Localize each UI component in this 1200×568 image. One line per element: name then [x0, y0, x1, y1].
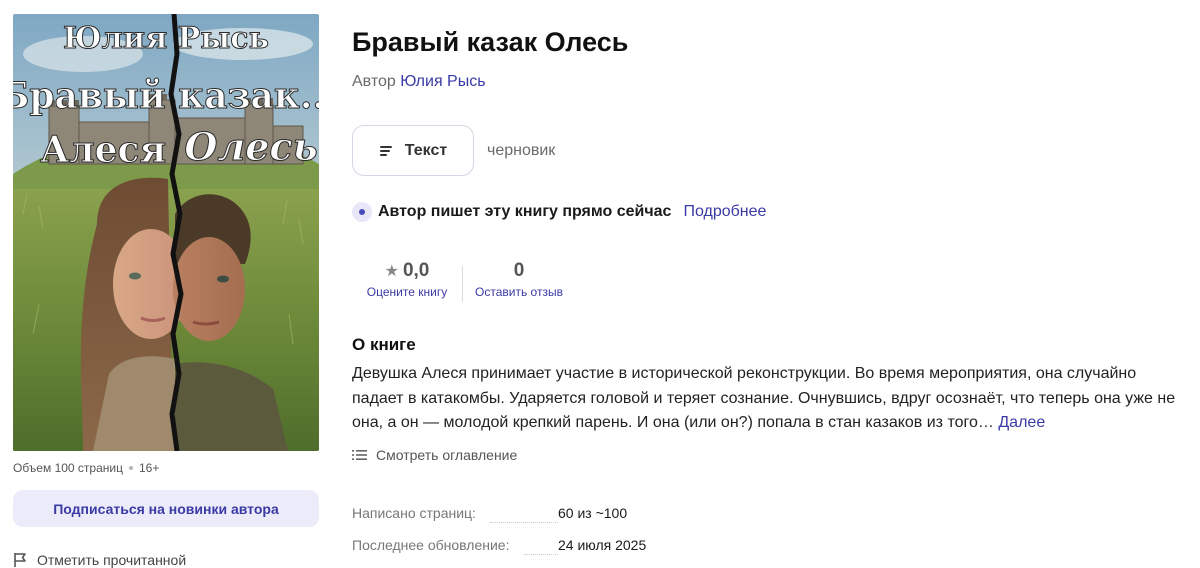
pages-written-value: 60 из ~100 [558, 505, 628, 521]
format-text-button[interactable]: Текст [352, 125, 474, 176]
pages-written-label: Написано страниц: [352, 505, 476, 521]
cover-title-line2-left: Алеся [40, 129, 166, 171]
dotted-leader [524, 554, 558, 555]
author-link[interactable]: Юлия Рысь [400, 73, 485, 90]
rating-value: 0,0 [402, 260, 430, 281]
pulse-dot-icon [352, 202, 372, 222]
last-update-value: 24 июля 2025 [558, 537, 647, 553]
table-of-contents-button[interactable]: Смотреть оглавление [352, 447, 517, 463]
page-volume: Объем 100 страниц [13, 461, 123, 475]
cover-author: Юлия Рысь [63, 21, 269, 56]
mark-read-label: Отметить прочитанной [37, 552, 187, 568]
format-row: Текст черновик [352, 125, 555, 176]
age-rating: 16+ [138, 461, 160, 475]
book-cover[interactable]: Юлия Рысь Бравый казак... Алеся Олесь [13, 14, 319, 451]
about-description: Девушка Алеся принимает участие в истори… [352, 362, 1192, 436]
subscribe-author-button[interactable]: Подписаться на новинки автора [13, 490, 319, 527]
last-update-label: Последнее обновление: [352, 537, 510, 553]
book-stats: ★ 0,0 Оцените книгу 0 Оставить отзыв [352, 258, 575, 302]
star-icon: ★ [384, 263, 399, 280]
read-more-link[interactable]: Далее [998, 414, 1045, 431]
reviews-count: 0 [513, 260, 525, 281]
writing-more-link[interactable]: Подробнее [683, 203, 766, 221]
format-text-label: Текст [404, 141, 448, 159]
leave-review-link[interactable]: Оставить отзыв [475, 285, 563, 299]
dotted-leader [490, 522, 558, 523]
toc-label: Смотреть оглавление [376, 447, 518, 463]
flag-icon [14, 553, 26, 567]
rate-book-link[interactable]: Оцените книгу [367, 285, 447, 299]
draft-status: черновик [487, 141, 556, 159]
last-update-row: Последнее обновление: 24 июля 2025 [352, 537, 647, 555]
author-line: Автор Юлия Рысь [352, 73, 486, 91]
author-prefix: Автор [352, 73, 396, 90]
book-title: Бравый казак Олесь [352, 27, 629, 57]
book-meta: Объем 100 страниц 16+ [13, 461, 159, 475]
text-lines-icon [379, 145, 392, 156]
cover-title-line2-right: Олесь [184, 124, 317, 169]
book-cover-image: Юлия Рысь Бравый казак... Алеся Олесь [13, 14, 319, 451]
about-text: Девушка Алеся принимает участие в истори… [352, 365, 1176, 431]
about-heading: О книге [352, 335, 416, 354]
separator-dot [128, 466, 133, 470]
writing-now-text: Автор пишет эту книгу прямо сейчас [378, 203, 672, 220]
rating-stat: ★ 0,0 Оцените книгу [352, 258, 462, 299]
cover-title-line1: Бравый казак... [13, 75, 319, 117]
list-icon [352, 450, 367, 460]
mark-read-button[interactable]: Отметить прочитанной [13, 552, 186, 568]
reviews-stat: 0 Оставить отзыв [463, 258, 575, 299]
writing-now-row: Автор пишет эту книгу прямо сейчас Подро… [352, 202, 766, 222]
pages-written-row: Написано страниц: 60 из ~100 [352, 505, 628, 523]
